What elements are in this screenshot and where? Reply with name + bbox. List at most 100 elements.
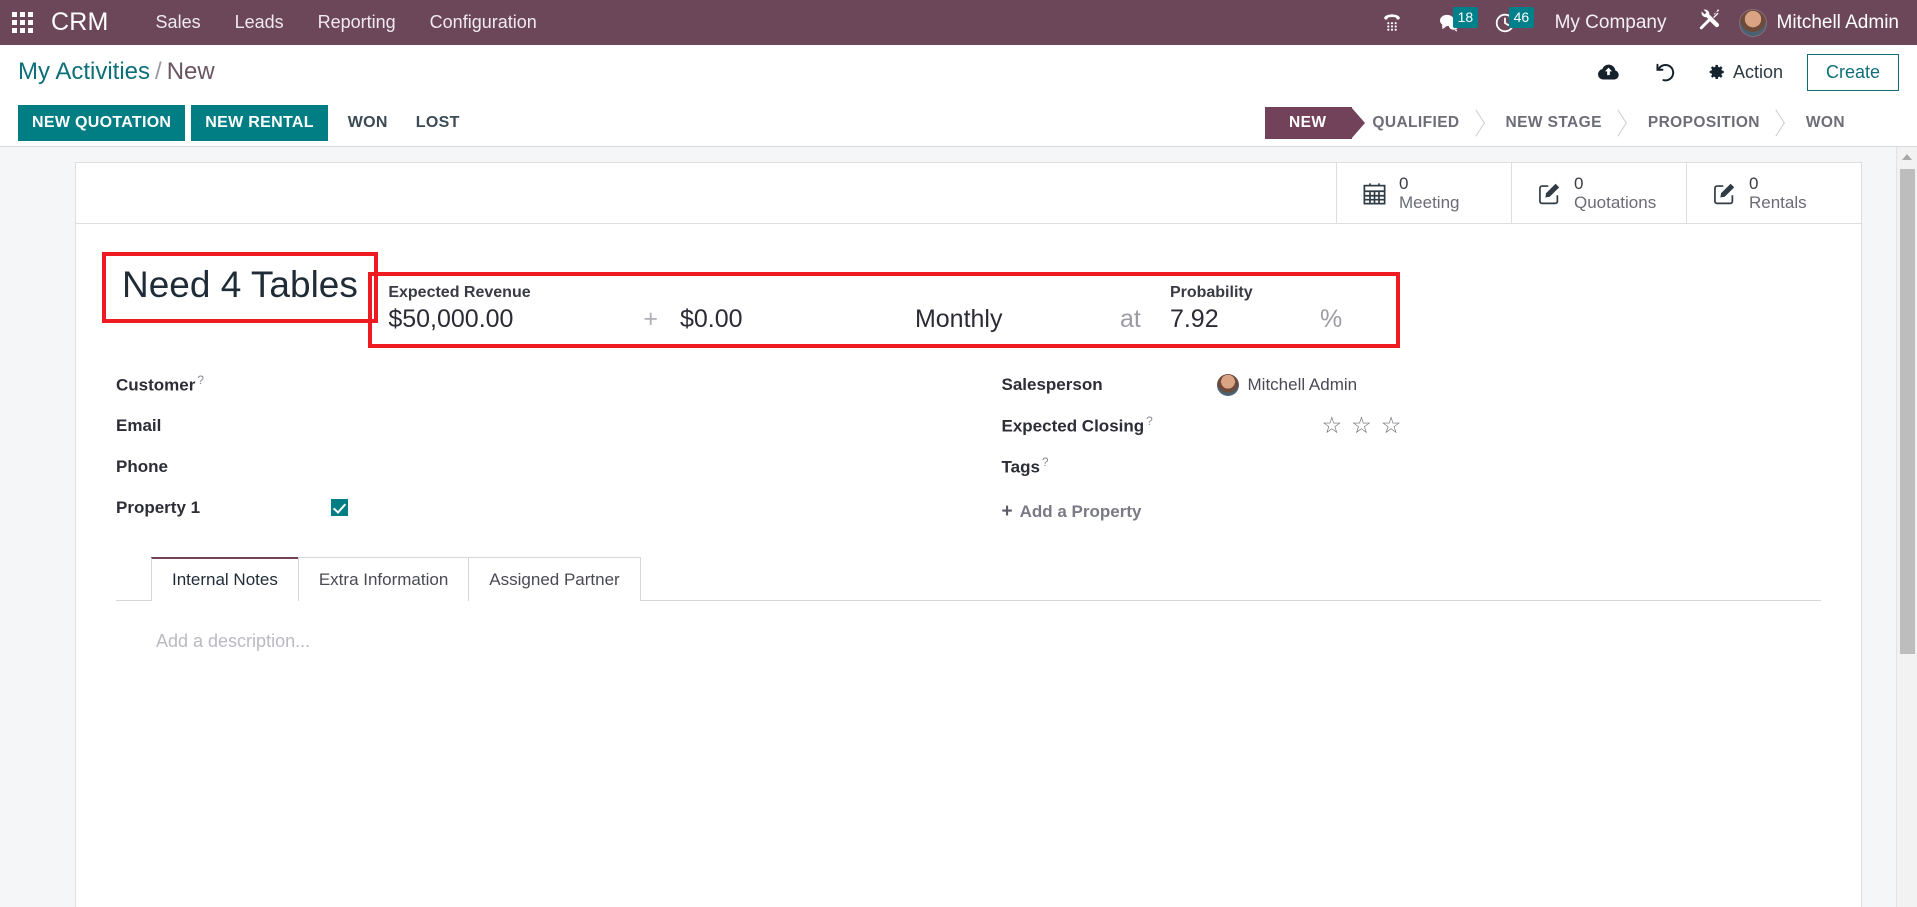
salesperson-avatar: [1216, 373, 1239, 396]
sheet-body: Need 4 Tables Expected Revenue $50,000.0…: [76, 224, 1861, 692]
apps-grid-icon[interactable]: [12, 12, 33, 33]
stat-button-rentals[interactable]: 0 Rentals: [1686, 163, 1861, 223]
tab-internal-notes[interactable]: Internal Notes: [151, 557, 299, 602]
tools-icon[interactable]: [1697, 7, 1723, 38]
tab-extra-information[interactable]: Extra Information: [297, 557, 470, 601]
label-property-1: Property 1: [116, 497, 201, 517]
label-tags-text: Tags: [1001, 457, 1040, 477]
action-menu-button[interactable]: Action: [1708, 62, 1783, 83]
stat-button-meeting[interactable]: 0 Meeting: [1336, 163, 1511, 223]
priority-star-1[interactable]: ☆: [1322, 414, 1343, 437]
breadcrumb: My Activities / New: [18, 58, 215, 86]
label-expected-closing: Expected Closing?: [1002, 414, 1217, 437]
lost-button[interactable]: LOST: [402, 105, 474, 141]
value-property-1: [331, 499, 969, 516]
nav-item-sales[interactable]: Sales: [139, 12, 218, 33]
priority-stars: ☆ ☆ ☆: [1322, 414, 1402, 437]
stat-button-quotations[interactable]: 0 Quotations: [1511, 163, 1686, 223]
probability-value[interactable]: 7.92: [1170, 305, 1320, 334]
at-operator-wrap: at: [1120, 284, 1170, 334]
recurring-revenue-value[interactable]: $0.00: [680, 305, 915, 334]
company-switcher[interactable]: My Company: [1555, 12, 1667, 34]
save-cloud-icon[interactable]: [1596, 60, 1621, 85]
record-action-buttons: NEW QUOTATION NEW RENTAL WON LOST: [18, 104, 474, 141]
expected-revenue-field[interactable]: Expected Revenue $50,000.00: [388, 284, 623, 334]
customer-help-icon[interactable]: ?: [197, 373, 204, 387]
user-avatar: [1738, 8, 1767, 37]
add-property-label: Add a Property: [1019, 502, 1142, 521]
user-menu[interactable]: Mitchell Admin: [1738, 8, 1904, 37]
stage-proposition[interactable]: PROPOSITION: [1628, 107, 1786, 139]
recurring-plan-field[interactable]: Monthly: [915, 284, 1120, 334]
label-salesperson: Salesperson: [1001, 374, 1103, 394]
add-property-button[interactable]: + Add a Property: [1002, 501, 1822, 523]
create-button[interactable]: Create: [1806, 53, 1899, 91]
record-title[interactable]: Need 4 Tables: [122, 265, 358, 305]
expected-revenue-value[interactable]: $50,000.00: [388, 305, 623, 334]
stage-won[interactable]: WON: [1786, 107, 1871, 139]
probability-field[interactable]: Probability 7.92: [1170, 284, 1320, 334]
vertical-scrollbar[interactable]: [1896, 147, 1917, 907]
priority-star-3[interactable]: ☆: [1381, 414, 1402, 437]
nav-item-reporting[interactable]: Reporting: [301, 12, 413, 33]
priority-star-2[interactable]: ☆: [1351, 414, 1372, 437]
pencil-square-icon: [1539, 183, 1560, 204]
stat-label-meeting: Meeting: [1399, 193, 1460, 212]
salesperson-name[interactable]: Mitchell Admin: [1248, 375, 1358, 395]
activities-badge: 46: [1508, 6, 1535, 28]
recurring-plan-value[interactable]: Monthly: [915, 305, 1120, 334]
revenue-probability-group: Expected Revenue $50,000.00 + $0.00 Mont…: [368, 272, 1400, 348]
value-salesperson[interactable]: Mitchell Admin: [1216, 373, 1822, 396]
new-rental-button[interactable]: NEW RENTAL: [191, 104, 328, 141]
percent-wrap: %: [1320, 284, 1380, 334]
scroll-up-arrow[interactable]: [1897, 147, 1917, 166]
field-row-phone: Phone: [116, 446, 969, 487]
value-expected-closing[interactable]: ☆ ☆ ☆: [1217, 414, 1822, 437]
stage-new[interactable]: NEW: [1265, 106, 1366, 139]
notebook: Internal Notes Extra Information Assigne…: [116, 556, 1821, 692]
label-expected-closing-text: Expected Closing: [1001, 416, 1145, 436]
control-panel: My Activities / New Action Create NEW QU…: [0, 45, 1917, 147]
app-brand-crm[interactable]: CRM: [43, 8, 117, 37]
expected-closing-help-icon[interactable]: ?: [1146, 414, 1153, 428]
recurring-revenue-field[interactable]: $0.00: [680, 284, 915, 334]
discard-undo-icon[interactable]: [1653, 60, 1678, 85]
label-customer-text: Customer: [116, 375, 196, 395]
tags-help-icon[interactable]: ?: [1042, 455, 1049, 469]
percent-symbol: %: [1319, 305, 1343, 333]
tab-assigned-partner[interactable]: Assigned Partner: [468, 557, 641, 601]
label-email: Email: [116, 415, 162, 435]
form-scroll-area: 0 Meeting 0 Quotations 0 Rentals Need 4 …: [0, 147, 1917, 907]
phone-dialpad-icon[interactable]: [1379, 10, 1405, 36]
field-row-tags: Tags?: [1002, 446, 1822, 487]
user-name: Mitchell Admin: [1776, 11, 1900, 33]
calendar-icon: [1363, 182, 1386, 204]
nav-item-configuration[interactable]: Configuration: [413, 12, 554, 33]
field-column-right: Salesperson Mitchell Admin Expected Clos…: [969, 364, 1822, 528]
property-1-checkbox[interactable]: [331, 499, 348, 516]
record-title-field[interactable]: Need 4 Tables: [102, 252, 378, 323]
stat-label-rentals: Rentals: [1749, 193, 1807, 212]
field-row-email: Email: [116, 405, 969, 446]
at-operator: at: [1119, 305, 1141, 333]
activities-clock-icon[interactable]: 46: [1493, 6, 1535, 35]
pencil-square-icon: [1714, 183, 1735, 204]
description-placeholder[interactable]: Add a description...: [156, 631, 1781, 652]
gear-icon: [1709, 64, 1724, 80]
plus-operator: +: [643, 305, 658, 333]
new-quotation-button[interactable]: NEW QUOTATION: [18, 104, 186, 141]
nav-item-leads[interactable]: Leads: [218, 12, 301, 33]
control-panel-actions: Action Create: [1580, 53, 1899, 91]
scrollbar-thumb[interactable]: [1900, 169, 1915, 654]
stage-statusbar: NEW QUALIFIED NEW STAGE PROPOSITION WON: [1265, 106, 1917, 139]
stage-new-stage[interactable]: NEW STAGE: [1486, 107, 1628, 139]
stat-button-box: 0 Meeting 0 Quotations 0 Rentals: [76, 163, 1861, 224]
won-button[interactable]: WON: [334, 105, 402, 141]
field-row-salesperson: Salesperson Mitchell Admin: [1002, 364, 1822, 405]
messages-icon[interactable]: 18: [1437, 6, 1479, 35]
messages-badge: 18: [1452, 6, 1479, 28]
stage-qualified[interactable]: QUALIFIED: [1352, 107, 1485, 139]
navbar-right-tools: 18 46 My Company Mitchell Admin: [1363, 0, 1917, 45]
label-tags: Tags?: [1002, 455, 1217, 478]
breadcrumb-root[interactable]: My Activities: [18, 58, 150, 85]
